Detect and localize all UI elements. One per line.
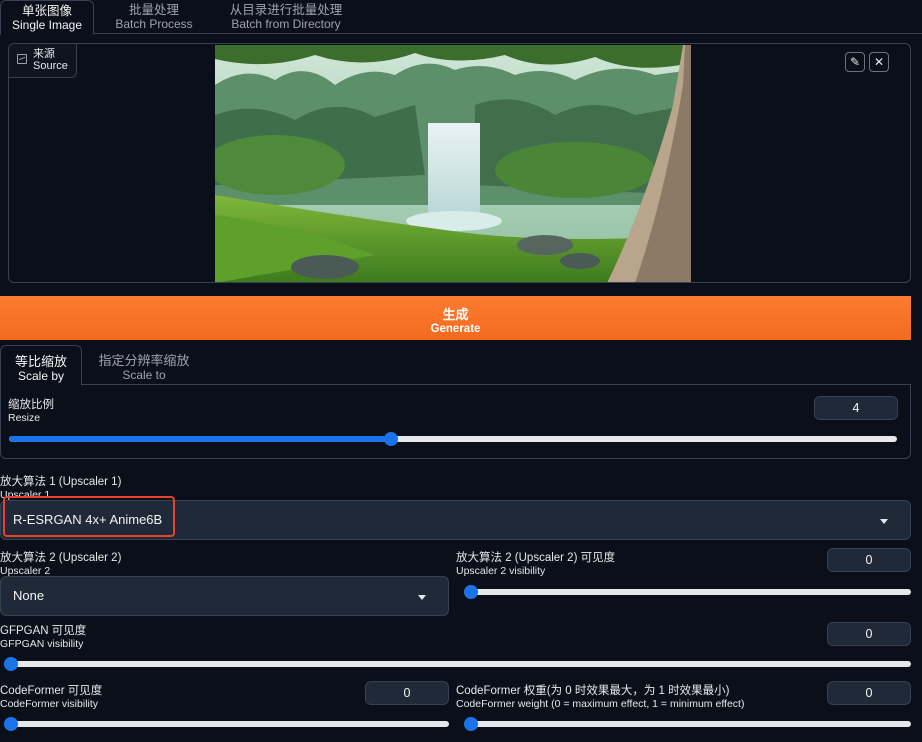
slider-fill [9, 436, 391, 442]
slider-thumb[interactable] [464, 585, 478, 599]
chevron-down-icon [418, 595, 426, 600]
upscaler1-label-cn: 放大算法 1 (Upscaler 1) [0, 476, 122, 488]
codeformer-visibility-label-cn: CodeFormer 可见度 [0, 685, 103, 697]
slider-thumb[interactable] [4, 657, 18, 671]
gfpgan-number-input[interactable]: 0 [827, 622, 911, 646]
codeformer-visibility-slider[interactable] [4, 717, 449, 731]
tab-batch-process[interactable]: 批量处理 Batch Process [104, 0, 204, 34]
tab-scale-to[interactable]: 指定分辨率缩放 Scale to [88, 345, 200, 385]
resize-slider[interactable] [9, 432, 897, 446]
upscaler2-visibility-number-input[interactable]: 0 [827, 548, 911, 572]
source-label-en: Source [33, 60, 68, 72]
slider-thumb[interactable] [464, 717, 478, 731]
upscaler2-value: None [13, 588, 45, 603]
codeformer-weight-label-en: CodeFormer weight (0 = maximum effect, 1… [456, 698, 745, 710]
slider-track [464, 721, 911, 727]
source-label: 来源 Source [9, 44, 77, 78]
tab-label-en: Scale to [122, 368, 166, 382]
upscaler1-dropdown[interactable]: R-ESRGAN 4x+ Anime6B [0, 500, 911, 540]
codeformer-visibility-number-input[interactable]: 0 [365, 681, 449, 705]
tab-label-cn: 指定分辨率缩放 [98, 353, 190, 368]
pencil-icon[interactable]: ✎ [845, 52, 865, 72]
gfpgan-label-en: GFPGAN visibility [0, 638, 84, 650]
upscaler1-value: R-ESRGAN 4x+ Anime6B [13, 512, 163, 527]
resize-label-cn: 缩放比例 [8, 399, 54, 411]
tab-label-en: Batch Process [115, 17, 193, 31]
main-tabbar: 单张图像 Single Image 批量处理 Batch Process 从目录… [0, 0, 922, 35]
upscaler2-visibility-label-en: Upscaler 2 visibility [456, 565, 546, 577]
upscaler2-dropdown[interactable]: None [0, 576, 449, 616]
source-image [215, 45, 691, 282]
image-icon [17, 54, 27, 64]
tab-scale-by[interactable]: 等比缩放 Scale by [0, 345, 82, 386]
resize-label-en: Resize [8, 412, 41, 424]
upscaler2-label-cn: 放大算法 2 (Upscaler 2) [0, 552, 122, 564]
tab-label-en: Single Image [11, 18, 83, 32]
slider-track [4, 661, 911, 667]
slider-thumb[interactable] [383, 432, 398, 446]
slider-track [464, 589, 911, 595]
scale-tabbar: 等比缩放 Scale by 指定分辨率缩放 Scale to [0, 345, 911, 386]
tab-label-cn: 单张图像 [21, 4, 72, 18]
close-icon[interactable]: ✕ [869, 52, 889, 72]
chevron-down-icon [880, 519, 888, 524]
slider-track [4, 721, 449, 727]
codeformer-visibility-label-en: CodeFormer visibility [0, 698, 99, 710]
upscaler2-visibility-label-cn: 放大算法 2 (Upscaler 2) 可见度 [456, 552, 616, 564]
generate-label-cn: 生成 [442, 307, 469, 322]
tab-batch-from-directory[interactable]: 从目录进行批量处理 Batch from Directory [216, 0, 356, 34]
source-label-cn: 来源 [33, 48, 55, 60]
upscaler2-visibility-slider[interactable] [464, 585, 911, 599]
tab-label-en: Batch from Directory [231, 17, 341, 31]
codeformer-weight-number-input[interactable]: 0 [827, 681, 911, 705]
resize-number-input[interactable]: 4 [814, 396, 898, 420]
scale-by-panel [0, 385, 911, 459]
slider-thumb[interactable] [4, 717, 18, 731]
tab-label-en: Scale by [17, 369, 65, 383]
codeformer-weight-label-cn: CodeFormer 权重(为 0 时效果最大，为 1 时效果最小) [456, 685, 730, 697]
tab-label-cn: 等比缩放 [14, 354, 67, 369]
gfpgan-label-cn: GFPGAN 可见度 [0, 625, 87, 637]
generate-button[interactable]: 生成 Generate [0, 296, 911, 340]
tab-label-cn: 批量处理 [128, 3, 179, 17]
tab-label-cn: 从目录进行批量处理 [229, 3, 343, 17]
source-image-panel[interactable]: 来源 Source ✎ ✕ [8, 43, 911, 283]
gfpgan-slider[interactable] [4, 657, 911, 671]
generate-label-en: Generate [430, 323, 481, 335]
codeformer-weight-slider[interactable] [464, 717, 911, 731]
tab-single-image[interactable]: 单张图像 Single Image [0, 0, 94, 35]
